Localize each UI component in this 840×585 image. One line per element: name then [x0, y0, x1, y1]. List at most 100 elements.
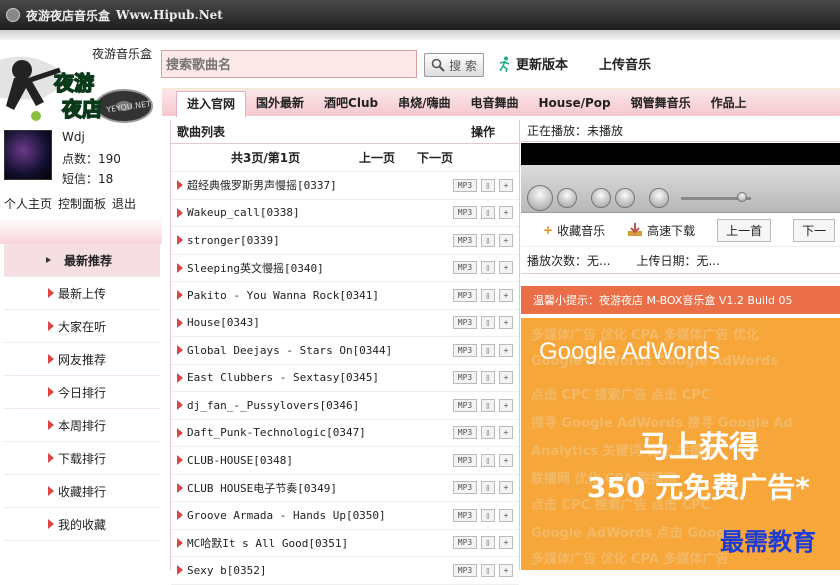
mp3-button[interactable]: MP3 [453, 453, 477, 467]
song-title[interactable]: MC哈默It s All Good[0351] [187, 535, 348, 551]
file-icon[interactable]: ▯ [481, 288, 495, 302]
prev-page-link[interactable]: 上一页 [359, 149, 395, 166]
nav-item-foreign-latest[interactable]: 国外最新 [246, 94, 314, 111]
nav-item-medley[interactable]: 串烧/嗨曲 [388, 94, 460, 111]
song-row[interactable]: Groove Armada - Hands Up[0350] MP3 ▯ + [171, 502, 519, 530]
sidebar-item-download-ranking[interactable]: 下载排行 [4, 442, 160, 475]
add-icon[interactable]: + [499, 536, 513, 550]
mp3-button[interactable]: MP3 [453, 288, 477, 302]
search-input[interactable] [161, 50, 417, 78]
collect-music-button[interactable]: 收藏音乐 [557, 222, 605, 239]
song-row[interactable]: House[0343] MP3 ▯ + [171, 310, 519, 337]
file-icon[interactable]: ▯ [481, 426, 495, 440]
add-icon[interactable]: + [499, 288, 513, 302]
file-icon[interactable]: ▯ [481, 453, 495, 467]
add-icon[interactable]: + [499, 481, 513, 495]
home-page-link[interactable]: 个人主页 [4, 195, 52, 212]
file-icon[interactable]: ▯ [481, 536, 495, 550]
song-title[interactable]: Global Deejays - Stars On[0344] [187, 344, 392, 357]
file-icon[interactable]: ▯ [481, 481, 495, 495]
song-title[interactable]: East Clubbers - Sextasy[0345] [187, 371, 379, 384]
add-icon[interactable]: + [499, 508, 513, 522]
mp3-button[interactable]: MP3 [453, 536, 477, 550]
song-row[interactable]: Global Deejays - Stars On[0344] MP3 ▯ + [171, 337, 519, 365]
upload-music-link[interactable]: 上传音乐 [599, 54, 651, 73]
song-title[interactable]: Wakeup_call[0338] [187, 206, 300, 219]
song-row[interactable]: MC哈默It s All Good[0351] MP3 ▯ + [171, 530, 519, 557]
file-icon[interactable]: ▯ [481, 563, 495, 577]
mp3-button[interactable]: MP3 [453, 233, 477, 247]
mp3-button[interactable]: MP3 [453, 371, 477, 385]
file-icon[interactable]: ▯ [481, 206, 495, 220]
control-panel-link[interactable]: 控制面板 [58, 195, 106, 212]
song-title[interactable]: Daft_Punk-Technologic[0347] [187, 426, 366, 439]
nav-item-works[interactable]: 作品上 [701, 94, 757, 111]
mp3-button[interactable]: MP3 [453, 178, 477, 192]
mp3-button[interactable]: MP3 [453, 563, 477, 577]
update-version-link[interactable]: 更新版本 [498, 54, 568, 73]
previous-track-button[interactable] [591, 188, 611, 208]
play-button[interactable] [527, 185, 553, 211]
sidebar-item-latest-recommended[interactable]: 最新推荐 [4, 244, 160, 277]
mp3-button[interactable]: MP3 [453, 261, 477, 275]
mp3-button[interactable]: MP3 [453, 426, 477, 440]
song-title[interactable]: House[0343] [187, 316, 260, 329]
mp3-button[interactable]: MP3 [453, 398, 477, 412]
file-icon[interactable]: ▯ [481, 508, 495, 522]
song-title[interactable]: stronger[0339] [187, 234, 280, 247]
volume-icon[interactable] [649, 188, 669, 208]
file-icon[interactable]: ▯ [481, 371, 495, 385]
song-row[interactable]: East Clubbers - Sextasy[0345] MP3 ▯ + [171, 365, 519, 392]
user-messages[interactable]: 短信：18 [62, 170, 113, 187]
song-row[interactable]: Daft_Punk-Technologic[0347] MP3 ▯ + [171, 420, 519, 447]
add-icon[interactable]: + [499, 398, 513, 412]
logout-link[interactable]: 退出 [112, 195, 136, 212]
fast-download-button[interactable]: 高速下载 [647, 222, 695, 239]
song-row[interactable]: 超经典俄罗斯男声慢摇[0337] MP3 ▯ + [171, 172, 519, 200]
song-row[interactable]: CLUB-HOUSE[0348] MP3 ▯ + [171, 447, 519, 475]
add-icon[interactable]: + [499, 563, 513, 577]
file-icon[interactable]: ▯ [481, 178, 495, 192]
previous-song-button[interactable]: 上一首 [717, 218, 772, 242]
next-page-link[interactable]: 下一页 [417, 149, 453, 166]
song-title[interactable]: dj_fan_-_Pussylovers[0346] [187, 399, 359, 412]
file-icon[interactable]: ▯ [481, 316, 495, 330]
mp3-button[interactable]: MP3 [453, 481, 477, 495]
file-icon[interactable]: ▯ [481, 233, 495, 247]
add-icon[interactable]: + [499, 426, 513, 440]
file-icon[interactable]: ▯ [481, 398, 495, 412]
sidebar-item-favorites-ranking[interactable]: 收藏排行 [4, 475, 160, 508]
file-icon[interactable]: ▯ [481, 261, 495, 275]
song-row[interactable]: Sleeping英文慢摇[0340] MP3 ▯ + [171, 255, 519, 282]
sidebar-item-my-favorites[interactable]: 我的收藏 [4, 508, 160, 541]
add-icon[interactable]: + [499, 178, 513, 192]
nav-item-house-pop[interactable]: House/Pop [529, 96, 621, 110]
file-icon[interactable]: ▯ [481, 343, 495, 357]
song-title[interactable]: 超经典俄罗斯男声慢摇[0337] [187, 177, 337, 193]
stop-button[interactable] [557, 188, 577, 208]
sidebar-item-netizen-recommended[interactable]: 网友推荐 [4, 343, 160, 376]
sidebar-item-today-ranking[interactable]: 今日排行 [4, 376, 160, 409]
search-button[interactable]: 搜 索 [424, 53, 484, 77]
add-icon[interactable]: + [499, 316, 513, 330]
add-icon[interactable]: + [499, 261, 513, 275]
nav-item-bar-club[interactable]: 酒吧Club [314, 94, 388, 111]
nav-item-electronic-dance[interactable]: 电音舞曲 [460, 94, 528, 111]
volume-slider-handle[interactable] [737, 192, 747, 202]
song-row[interactable]: stronger[0339] MP3 ▯ + [171, 227, 519, 255]
add-icon[interactable]: + [499, 371, 513, 385]
add-icon[interactable]: + [499, 343, 513, 357]
mp3-button[interactable]: MP3 [453, 508, 477, 522]
nav-item-pole-dance[interactable]: 钢管舞音乐 [621, 94, 701, 111]
add-icon[interactable]: + [499, 453, 513, 467]
song-title[interactable]: Sleeping英文慢摇[0340] [187, 260, 324, 276]
song-row[interactable]: Pakito - You Wanna Rock[0341] MP3 ▯ + [171, 282, 519, 310]
next-song-button[interactable]: 下一 [793, 218, 836, 242]
sidebar-item-everyone-listening[interactable]: 大家在听 [4, 310, 160, 343]
song-row[interactable]: dj_fan_-_Pussylovers[0346] MP3 ▯ + [171, 392, 519, 420]
song-title[interactable]: CLUB HOUSE电子节奏[0349] [187, 480, 337, 496]
add-icon[interactable]: + [499, 206, 513, 220]
add-icon[interactable]: + [499, 233, 513, 247]
mp3-button[interactable]: MP3 [453, 343, 477, 357]
song-title[interactable]: CLUB-HOUSE[0348] [187, 454, 293, 467]
